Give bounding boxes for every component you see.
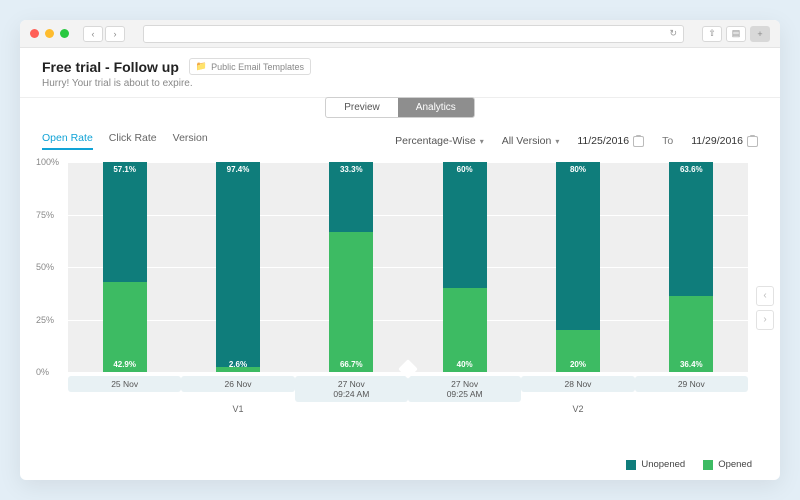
mode-dropdown-label: Percentage-Wise xyxy=(395,135,476,147)
chart-plot: 57.1% 42.9% 97.4% 2.6% 33.3% 66.7% 60% 40% 80% 20… xyxy=(68,162,748,372)
y-tick: 25% xyxy=(36,315,54,325)
tab-analytics[interactable]: Analytics xyxy=(398,98,474,117)
bar-group: 97.4% 2.6% xyxy=(181,162,294,372)
close-icon[interactable] xyxy=(30,29,39,38)
metric-tab-click-rate[interactable]: Click Rate xyxy=(109,132,157,150)
legend-label-opened: Opened xyxy=(718,459,752,470)
bar-group: 60% 40% xyxy=(408,162,521,372)
x-tick-label: 25 Nov xyxy=(68,376,181,392)
controls-row: Open Rate Click Rate Version Percentage-… xyxy=(20,118,780,154)
version-label: V2 xyxy=(408,404,748,414)
titlebar: ‹ › ↻ ⇧ ▤ + xyxy=(20,20,780,48)
bar-group: 63.6% 36.4% xyxy=(635,162,748,372)
x-tick-label: 27 Nov 09:25 AM xyxy=(408,376,521,402)
browser-window: ‹ › ↻ ⇧ ▤ + Free trial - Follow up 📁 Pub… xyxy=(20,20,780,480)
metric-tab-version[interactable]: Version xyxy=(173,132,208,150)
mode-dropdown[interactable]: Percentage-Wise ▾ xyxy=(395,135,484,147)
bar-label-bottom: 20% xyxy=(556,360,600,369)
url-bar[interactable]: ↻ xyxy=(143,25,684,43)
y-tick: 75% xyxy=(36,210,54,220)
chevron-down-icon: ▾ xyxy=(555,137,559,146)
version-dropdown-label: All Version xyxy=(502,135,552,147)
stacked-bar[interactable]: 60% 40% xyxy=(443,162,487,372)
stacked-bar[interactable]: 80% 20% xyxy=(556,162,600,372)
stacked-bar[interactable]: 33.3% 66.7% xyxy=(329,162,373,372)
bar-label-bottom: 2.6% xyxy=(216,360,260,369)
bar-label-bottom: 40% xyxy=(443,360,487,369)
forward-button[interactable]: › xyxy=(105,26,125,42)
view-tabs: Preview Analytics xyxy=(20,97,780,118)
calendar-icon xyxy=(747,136,758,147)
version-dropdown[interactable]: All Version ▾ xyxy=(502,135,560,147)
date-from-value: 11/25/2016 xyxy=(577,135,629,147)
bar-group: 80% 20% xyxy=(521,162,634,372)
folder-chip[interactable]: 📁 Public Email Templates xyxy=(189,58,311,75)
bar-label-top: 63.6% xyxy=(669,165,713,174)
version-label: V1 xyxy=(68,404,408,414)
titlebar-right: ⇧ ▤ + xyxy=(702,26,770,42)
date-to-label: To xyxy=(662,135,673,147)
bar-group: 57.1% 42.9% xyxy=(68,162,181,372)
metric-tab-open-rate[interactable]: Open Rate xyxy=(42,132,93,150)
metric-tabs: Open Rate Click Rate Version xyxy=(42,132,208,150)
x-tick-label: 28 Nov xyxy=(521,376,634,392)
bar-label-bottom: 42.9% xyxy=(103,360,147,369)
chart-next-button[interactable]: › xyxy=(756,310,774,330)
bar-label-top: 33.3% xyxy=(329,165,373,174)
legend-opened: Opened xyxy=(703,459,752,470)
tabs-icon[interactable]: ▤ xyxy=(726,26,746,42)
legend-label-unopened: Unopened xyxy=(641,459,685,470)
bar-label-top: 60% xyxy=(443,165,487,174)
stacked-bar[interactable]: 97.4% 2.6% xyxy=(216,162,260,372)
folder-icon: 📁 xyxy=(196,61,207,72)
y-tick: 100% xyxy=(36,157,59,167)
date-to-value: 11/29/2016 xyxy=(691,135,743,147)
legend-swatch-opened xyxy=(703,460,713,470)
bar-label-top: 97.4% xyxy=(216,165,260,174)
legend-swatch-unopened xyxy=(626,460,636,470)
window-controls xyxy=(30,29,69,38)
x-tick-label: 29 Nov xyxy=(635,376,748,392)
bar-label-bottom: 66.7% xyxy=(329,360,373,369)
page-subtitle: Hurry! Your trial is about to expire. xyxy=(42,78,758,89)
legend-unopened: Unopened xyxy=(626,459,685,470)
x-tick-label: 26 Nov xyxy=(181,376,294,392)
bar-group: 33.3% 66.7% xyxy=(295,162,408,372)
chart-nav: ‹ › xyxy=(756,286,774,330)
bar-label-bottom: 36.4% xyxy=(669,360,713,369)
back-button[interactable]: ‹ xyxy=(83,26,103,42)
page-title: Free trial - Follow up xyxy=(42,59,179,75)
date-to-input[interactable]: 11/29/2016 xyxy=(691,135,758,147)
new-tab-button[interactable]: + xyxy=(750,26,770,42)
nav-buttons: ‹ › xyxy=(83,26,125,42)
y-tick: 50% xyxy=(36,262,54,272)
stacked-bar[interactable]: 57.1% 42.9% xyxy=(103,162,147,372)
minimize-icon[interactable] xyxy=(45,29,54,38)
share-icon[interactable]: ⇧ xyxy=(702,26,722,42)
bar-label-top: 57.1% xyxy=(103,165,147,174)
zoom-icon[interactable] xyxy=(60,29,69,38)
stacked-bar[interactable]: 63.6% 36.4% xyxy=(669,162,713,372)
date-from-input[interactable]: 11/25/2016 xyxy=(577,135,644,147)
chart-prev-button[interactable]: ‹ xyxy=(756,286,774,306)
bar-label-top: 80% xyxy=(556,165,600,174)
chart-area: 57.1% 42.9% 97.4% 2.6% 33.3% 66.7% 60% 40% 80% 20… xyxy=(20,154,780,453)
tab-preview[interactable]: Preview xyxy=(326,98,398,117)
calendar-icon xyxy=(633,136,644,147)
x-tick-label: 27 Nov 09:24 AM xyxy=(295,376,408,402)
chevron-down-icon: ▾ xyxy=(480,137,484,146)
version-row: V1V2 xyxy=(68,404,748,414)
y-tick: 0% xyxy=(36,367,49,377)
page-header: Free trial - Follow up 📁 Public Email Te… xyxy=(20,48,780,98)
reader-icon: ↻ xyxy=(669,28,677,39)
folder-label: Public Email Templates xyxy=(211,62,304,72)
legend: Unopened Opened xyxy=(20,453,780,480)
